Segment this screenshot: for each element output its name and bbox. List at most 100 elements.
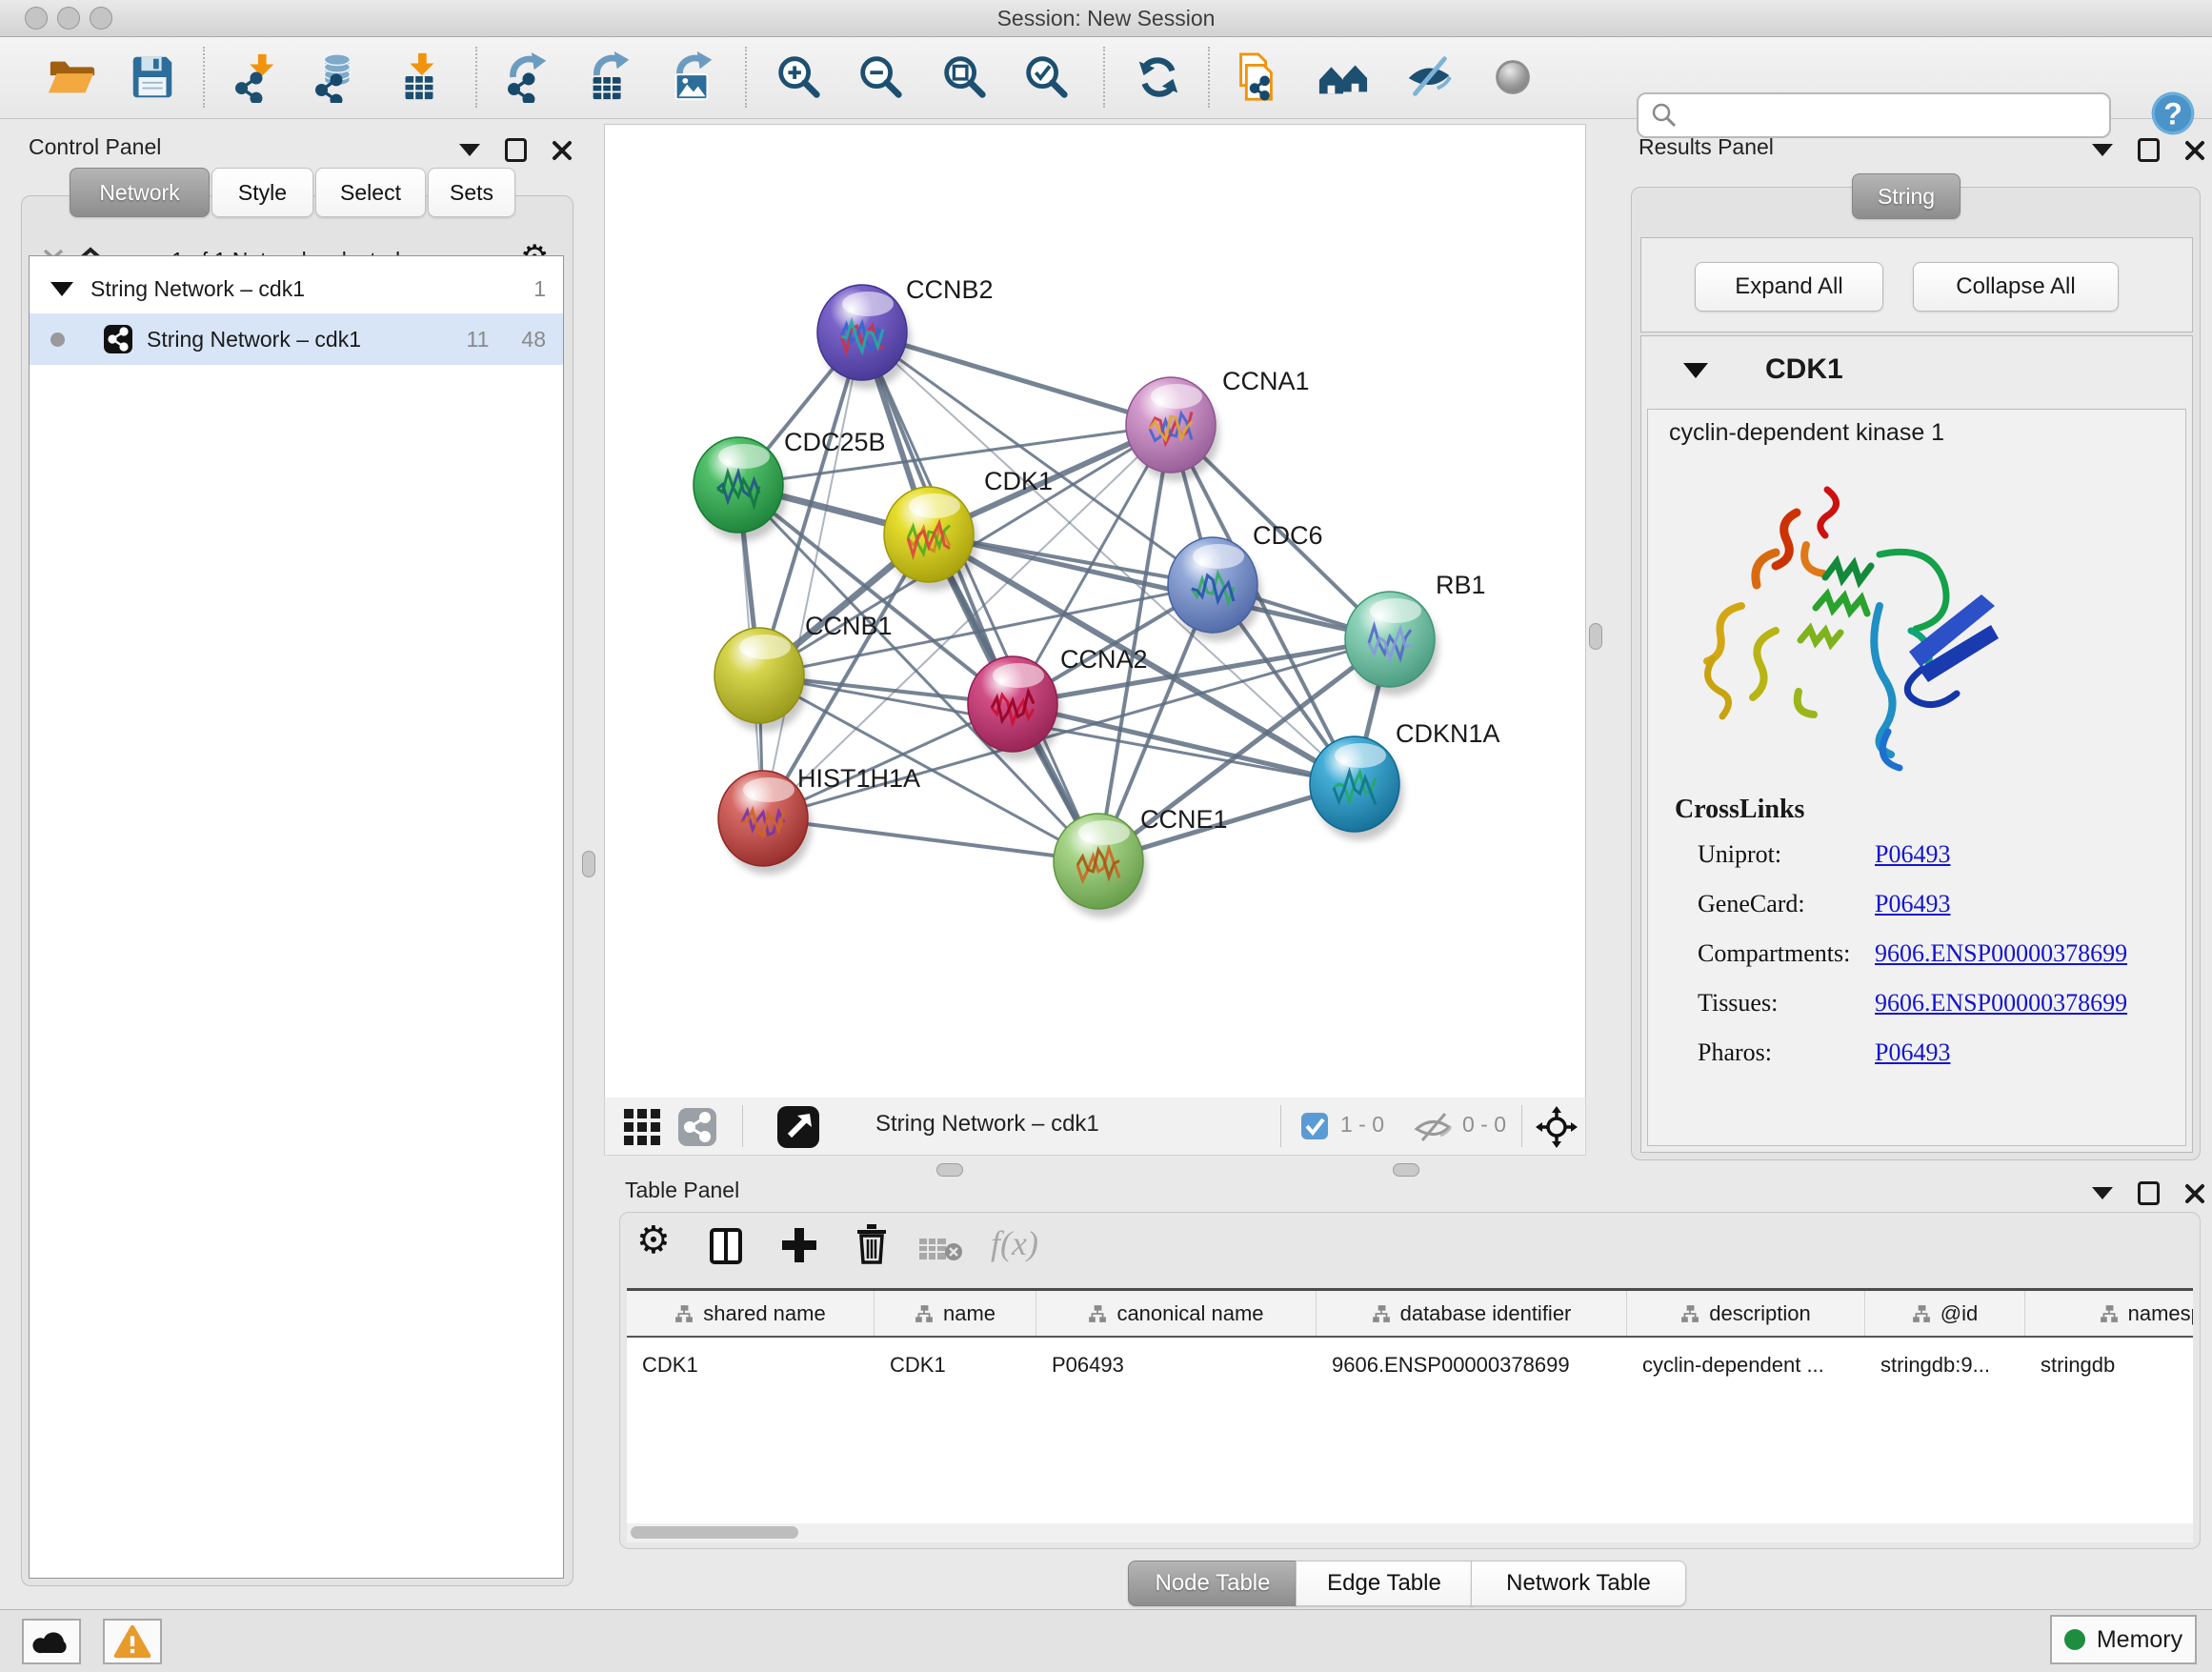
zoom-in-button[interactable] <box>771 50 826 105</box>
splitter-handle[interactable] <box>1589 623 1602 650</box>
tab-style[interactable]: Style <box>211 168 313 217</box>
zoom-out-button[interactable] <box>853 50 908 105</box>
network-edge[interactable] <box>929 534 1390 639</box>
import-table-file-button[interactable] <box>392 50 447 105</box>
splitter-handle[interactable] <box>1393 1163 1419 1177</box>
network-node[interactable] <box>1126 377 1219 481</box>
column-header-shared-name[interactable]: shared name <box>627 1291 875 1336</box>
selected-checkbox[interactable] <box>1300 1112 1329 1140</box>
tree-expander-icon[interactable] <box>50 282 73 296</box>
network-canvas[interactable]: CCNB2CCNA1CDC25BCDK1CDC6RB1CCNB1CCNA2CDK… <box>604 124 1586 1099</box>
network-node[interactable] <box>968 656 1061 760</box>
show-hidden-button[interactable] <box>1485 50 1540 105</box>
network-edge[interactable] <box>763 818 1098 861</box>
node-label: CCNB1 <box>805 612 893 640</box>
column-header-description[interactable]: description <box>1627 1291 1865 1336</box>
node-label: CCNE1 <box>1140 805 1228 834</box>
splitter-handle[interactable] <box>582 851 595 877</box>
table-cell[interactable]: CDK1 <box>627 1344 875 1386</box>
column-header-database-identifier[interactable]: database identifier <box>1317 1291 1627 1336</box>
tree-row-network[interactable]: String Network – cdk1 11 48 <box>30 313 563 365</box>
grid-view-icon[interactable] <box>622 1107 662 1147</box>
crosslink-value-link[interactable]: 9606.ENSP00000378699 <box>1875 989 2127 1017</box>
crosslinks-title: CrossLinks <box>1675 795 1804 825</box>
tree-root-count: 1 <box>533 276 546 302</box>
collapse-gene-icon[interactable] <box>1683 363 1708 378</box>
tab-network[interactable]: Network <box>70 168 210 217</box>
panel-menu-icon[interactable] <box>2092 1187 2113 1199</box>
zoom-fit-button[interactable] <box>936 50 992 105</box>
network-node[interactable] <box>1310 736 1403 840</box>
refresh-view-button[interactable] <box>1131 50 1186 105</box>
table-cell[interactable]: 9606.ENSP00000378699 <box>1317 1344 1627 1386</box>
crosslink-row: Pharos:P06493 <box>1698 1038 2174 1067</box>
network-node[interactable] <box>884 487 977 591</box>
horizontal-scrollbar[interactable] <box>627 1523 2193 1542</box>
table-cell[interactable]: cyclin-dependent ... <box>1627 1344 1865 1386</box>
export-network-button[interactable] <box>500 50 555 105</box>
columns-icon[interactable] <box>709 1227 743 1265</box>
tab-select[interactable]: Select <box>315 168 426 217</box>
hide-selected-button[interactable] <box>1401 50 1457 105</box>
crosslink-value-link[interactable]: 9606.ENSP00000378699 <box>1875 939 2127 968</box>
network-view-toolbar: String Network – cdk1 1 - 0 0 - 0 <box>604 1098 1586 1156</box>
crosslink-value-link[interactable]: P06493 <box>1875 840 1950 869</box>
panel-menu-icon[interactable] <box>2092 144 2113 156</box>
float-panel-icon[interactable] <box>2138 138 2160 162</box>
cloud-button[interactable] <box>22 1619 81 1664</box>
column-header--id[interactable]: @id <box>1865 1291 2025 1336</box>
network-edge[interactable] <box>763 332 862 818</box>
tab-sets[interactable]: Sets <box>428 168 515 217</box>
network-edge[interactable] <box>1013 704 1355 784</box>
crosslink-value-link[interactable]: P06493 <box>1875 890 1950 918</box>
table-cell[interactable]: stringdb:9... <box>1865 1344 2025 1386</box>
help-button[interactable]: ? <box>2149 90 2197 137</box>
close-panel-icon[interactable] <box>2184 1183 2205 1204</box>
add-icon[interactable] <box>781 1227 817 1263</box>
tab-node-table[interactable]: Node Table <box>1128 1561 1297 1606</box>
close-panel-icon[interactable] <box>552 140 573 161</box>
birdseye-view-icon[interactable] <box>776 1105 820 1149</box>
network-node[interactable] <box>694 437 787 541</box>
splitter-handle[interactable] <box>936 1163 963 1177</box>
zoom-selected-button[interactable] <box>1018 50 1074 105</box>
tab-network-table[interactable]: Network Table <box>1471 1561 1686 1606</box>
scrollbar-thumb[interactable] <box>631 1526 798 1539</box>
panel-menu-icon[interactable] <box>459 144 480 156</box>
column-header-name[interactable]: name <box>875 1291 1036 1336</box>
network-node[interactable] <box>1054 814 1147 917</box>
column-header-canonical-name[interactable]: canonical name <box>1036 1291 1317 1336</box>
import-network-file-button[interactable] <box>228 50 283 105</box>
share-network-icon[interactable] <box>677 1107 717 1147</box>
close-panel-icon[interactable] <box>2184 140 2205 161</box>
import-network-database-button[interactable] <box>308 50 363 105</box>
collapse-all-button[interactable]: Collapse All <box>1913 262 2119 312</box>
column-header-namespace[interactable]: namespace <box>2025 1291 2193 1336</box>
protein-structure-image <box>1684 463 2013 801</box>
crosslink-value-link[interactable]: P06493 <box>1875 1038 1950 1067</box>
clone-network-button[interactable] <box>1228 50 1283 105</box>
export-image-button[interactable] <box>665 50 720 105</box>
float-panel-icon[interactable] <box>505 138 527 162</box>
save-session-button[interactable] <box>125 50 180 105</box>
table-gear-icon[interactable]: ⚙ <box>636 1221 671 1259</box>
warning-button[interactable] <box>103 1619 162 1664</box>
memory-button[interactable]: Memory <box>2050 1615 2197 1664</box>
open-session-button[interactable] <box>44 50 99 105</box>
move-crosshair-icon[interactable] <box>1536 1106 1578 1148</box>
expand-all-button[interactable]: Expand All <box>1695 262 1883 312</box>
search-input[interactable] <box>1686 102 2109 129</box>
node-table[interactable]: shared namenamecanonical namedatabase id… <box>627 1288 2193 1542</box>
tab-edge-table[interactable]: Edge Table <box>1296 1561 1473 1606</box>
export-table-button[interactable] <box>582 50 637 105</box>
tab-string[interactable]: String <box>1852 173 1961 219</box>
table-cell[interactable]: P06493 <box>1036 1344 1317 1386</box>
network-node[interactable] <box>1345 592 1438 695</box>
delete-icon[interactable] <box>854 1223 890 1265</box>
network-graph[interactable]: CCNB2CCNA1CDC25BCDK1CDC6RB1CCNB1CCNA2CDK… <box>605 125 1585 1098</box>
table-cell[interactable]: CDK1 <box>875 1344 1036 1386</box>
tree-row-root[interactable]: String Network – cdk1 1 <box>30 264 563 313</box>
float-panel-icon[interactable] <box>2138 1181 2160 1205</box>
first-neighbors-button[interactable] <box>1316 50 1371 105</box>
table-cell[interactable]: stringdb <box>2025 1344 2193 1386</box>
